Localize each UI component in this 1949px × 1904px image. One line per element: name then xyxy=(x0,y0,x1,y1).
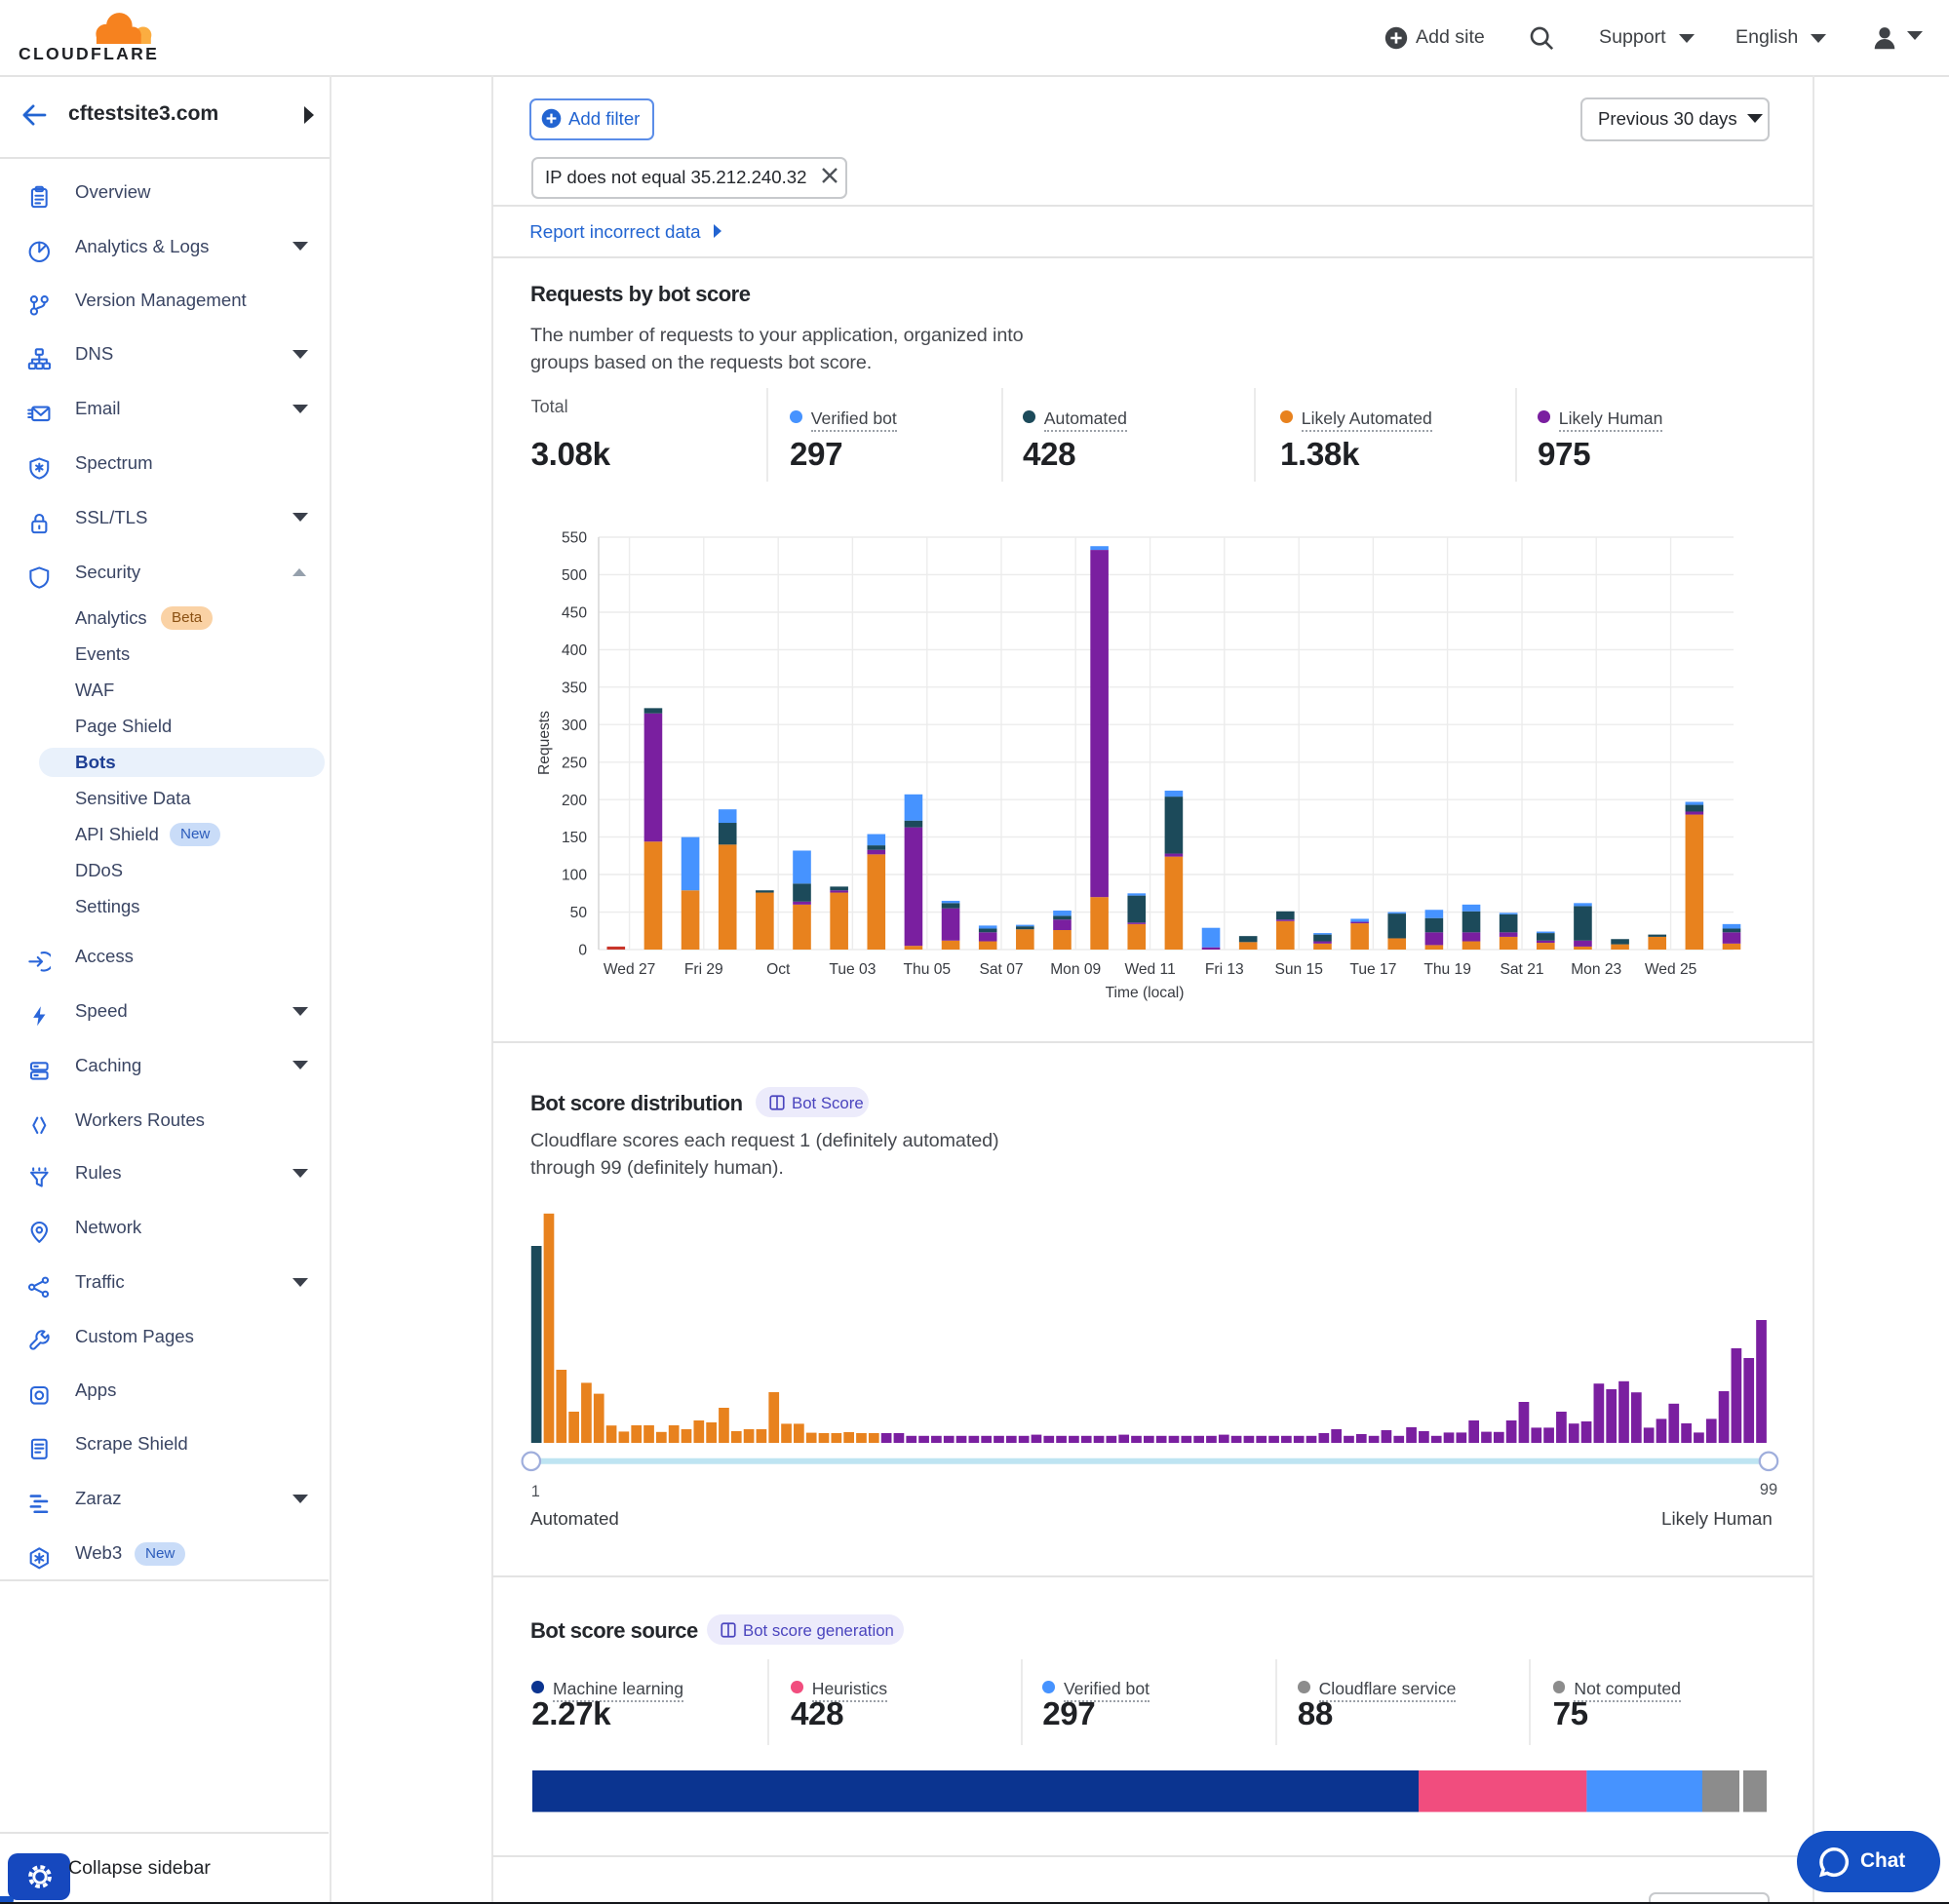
svg-text:Fri 13: Fri 13 xyxy=(1205,961,1244,978)
svg-text:Wed 11: Wed 11 xyxy=(1124,961,1175,978)
svg-text:500: 500 xyxy=(562,567,587,584)
svg-text:Sat 07: Sat 07 xyxy=(979,961,1023,978)
svg-text:150: 150 xyxy=(562,830,587,846)
svg-text:50: 50 xyxy=(570,905,588,921)
svg-text:450: 450 xyxy=(562,605,587,622)
svg-text:Sun 15: Sun 15 xyxy=(1274,961,1323,978)
svg-text:0: 0 xyxy=(578,943,587,959)
svg-text:1: 1 xyxy=(531,1483,540,1500)
svg-text:250: 250 xyxy=(562,755,587,771)
svg-text:Tue 17: Tue 17 xyxy=(1349,961,1396,978)
svg-text:Oct: Oct xyxy=(766,961,791,978)
svg-text:99: 99 xyxy=(1760,1481,1777,1498)
svg-text:Thu 05: Thu 05 xyxy=(904,961,952,978)
svg-text:350: 350 xyxy=(562,680,587,696)
svg-text:400: 400 xyxy=(562,642,587,659)
svg-text:Requests: Requests xyxy=(536,711,553,775)
svg-text:Time (local): Time (local) xyxy=(1106,985,1185,1001)
svg-text:Fri 29: Fri 29 xyxy=(684,961,723,978)
svg-text:200: 200 xyxy=(562,793,587,809)
svg-text:Mon 23: Mon 23 xyxy=(1571,961,1621,978)
svg-text:Thu 19: Thu 19 xyxy=(1423,961,1471,978)
svg-text:Wed 27: Wed 27 xyxy=(604,961,655,978)
svg-text:550: 550 xyxy=(562,530,587,547)
svg-text:100: 100 xyxy=(562,868,587,884)
svg-text:300: 300 xyxy=(562,718,587,734)
svg-text:Mon 09: Mon 09 xyxy=(1050,961,1101,978)
svg-text:Sat 21: Sat 21 xyxy=(1500,961,1543,978)
svg-text:Wed 25: Wed 25 xyxy=(1645,961,1697,978)
svg-text:Tue 03: Tue 03 xyxy=(829,961,876,978)
